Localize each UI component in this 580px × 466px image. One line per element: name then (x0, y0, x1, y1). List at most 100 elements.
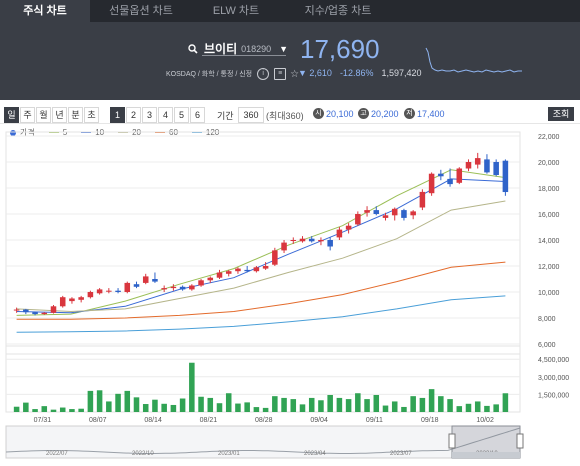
range-label: 기간 (217, 111, 234, 121)
period-month-button[interactable]: 월 (36, 107, 51, 123)
volume-bar (225, 393, 232, 412)
range-input[interactable]: 360 (238, 107, 264, 123)
candle-body (493, 162, 499, 175)
volume-bar (152, 399, 158, 412)
navigator-date-label: 2023/01 (218, 451, 240, 457)
document-icon[interactable]: ≡ (274, 68, 287, 80)
date-tick-label: 09/11 (366, 417, 383, 424)
volume-bar (106, 401, 112, 412)
volume-bar (502, 393, 509, 412)
query-button[interactable]: 조회 (548, 107, 574, 121)
date-tick-label: 09/18 (421, 417, 439, 424)
volume-bar (32, 409, 38, 412)
candle-body (244, 269, 250, 272)
candle-body (179, 286, 186, 290)
high-price-icon: 고 (358, 108, 369, 119)
tab-elw-chart[interactable]: ELW 차트 (192, 0, 280, 22)
navigator-date-label: 2022/07 (46, 451, 68, 457)
trade-volume: 1,597,420 (381, 68, 422, 78)
ma120-line (16, 295, 506, 333)
volume-bar (308, 397, 315, 412)
stock-info-row: KOSDAQ / 화학 / 통정 / 신정 i ≡ ☆ (166, 68, 299, 80)
period-day-button[interactable]: 일 (4, 107, 19, 123)
period-year-button[interactable]: 년 (52, 107, 67, 123)
volume-bar (198, 396, 204, 412)
volume-tick-label: 4,500,000 (538, 357, 569, 364)
volume-tick-label: 3,000,000 (538, 375, 569, 382)
candle-body (502, 160, 509, 193)
tab-stock-chart[interactable]: 주식 차트 (0, 0, 90, 22)
candle-body (484, 159, 490, 173)
candle-body (207, 277, 214, 281)
volume-bar (290, 399, 297, 412)
candle-body (410, 211, 416, 216)
high-price-value: 20,200 (371, 108, 399, 119)
info-icon[interactable]: i (257, 68, 270, 80)
volume-bar (216, 403, 223, 412)
date-tick-label: 09/04 (310, 417, 328, 424)
navigator-background (5, 425, 521, 459)
candle-body (69, 298, 75, 302)
period-minute-button[interactable]: 분 (68, 107, 83, 123)
candle-body (447, 178, 453, 185)
candle-body (216, 272, 223, 278)
volume-tick-label: 1,500,000 (538, 392, 569, 399)
count-2-button[interactable]: 2 (126, 107, 141, 123)
candle-body (336, 229, 343, 238)
period-week-button[interactable]: 주 (20, 107, 35, 123)
price-tick-label: 8,000 (538, 316, 556, 323)
period-second-button[interactable]: 초 (84, 107, 99, 123)
date-tick-label: 08/14 (144, 417, 162, 424)
volume-bar (345, 399, 352, 412)
count-1-button[interactable]: 1 (110, 107, 125, 123)
price-tick-label: 18,000 (538, 186, 560, 193)
volume-bars (13, 362, 509, 412)
candle-body (382, 215, 389, 218)
count-3-button[interactable]: 3 (142, 107, 157, 123)
date-tick-label: 08/21 (200, 417, 218, 424)
chart-axes: 6,000 8,000 10,000 12,000 14,000 16,000 18,000… (34, 134, 570, 424)
volume-bar (281, 397, 287, 412)
candle-body (59, 297, 66, 307)
navigator-date-label: 2023/07 (390, 451, 412, 457)
price-tick-label: 22,000 (538, 134, 560, 141)
navigator-date-label: 2023/04 (304, 451, 326, 457)
candle-body (364, 210, 370, 213)
volume-bar (133, 397, 140, 412)
volume-bar (272, 396, 278, 412)
candle-body (391, 208, 398, 216)
volume-bar (493, 404, 499, 412)
candle-body (225, 271, 232, 274)
tab-futures-options-chart[interactable]: 선물옵션 차트 (90, 0, 192, 22)
price-panel-frame (5, 131, 521, 355)
volume-bar (484, 405, 490, 412)
search-icon[interactable] (188, 43, 198, 54)
count-5-button[interactable]: 5 (174, 107, 189, 123)
stock-selector-underline (202, 55, 286, 56)
volume-bar (124, 390, 131, 412)
period-navigator[interactable]: 2022/072022/102023/012023/042023/072023/… (5, 425, 524, 459)
candle-body (428, 173, 435, 194)
candle-body (456, 168, 463, 183)
volume-bar (170, 404, 177, 412)
volume-bar (327, 394, 333, 412)
range-max-label: (최대360) (266, 111, 304, 121)
chevron-down-icon[interactable]: ▼ (279, 44, 288, 54)
tab-index-sector-chart[interactable]: 지수/업종 차트 (280, 0, 396, 22)
volume-bar (179, 398, 186, 412)
count-6-button[interactable]: 6 (190, 107, 205, 123)
volume-bar (142, 404, 149, 412)
candle-body (235, 268, 241, 272)
volume-bar (207, 397, 214, 412)
current-price: 17,690 (300, 34, 380, 64)
volume-bar (465, 403, 472, 412)
count-4-button[interactable]: 4 (158, 107, 173, 123)
volume-bar (401, 406, 407, 412)
volume-bar (410, 396, 416, 412)
low-price-value: 17,400 (417, 108, 445, 119)
volume-bar (87, 390, 94, 412)
volume-bar (419, 397, 426, 412)
volume-bar (244, 402, 250, 412)
volume-bar (456, 406, 463, 412)
candle-body (281, 242, 287, 251)
